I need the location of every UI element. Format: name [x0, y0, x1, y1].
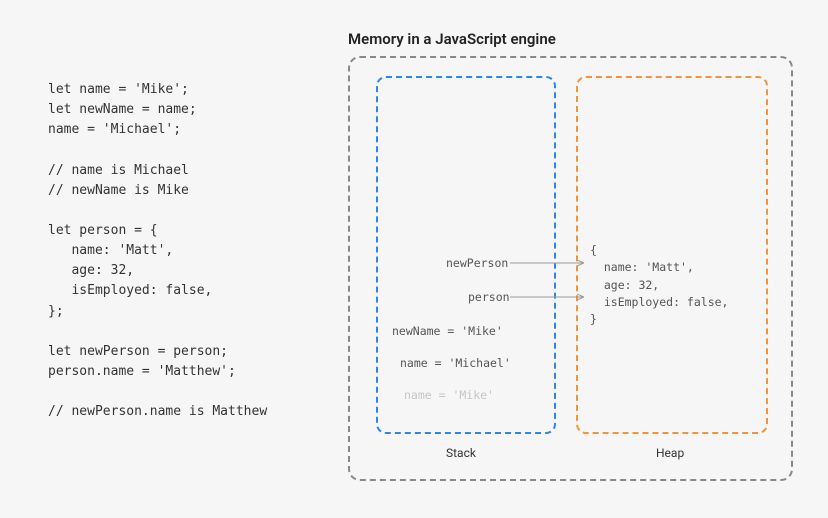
stack-item-newperson: newPerson	[446, 256, 508, 270]
heap-object: { name: 'Matt', age: 32, isEmployed: fal…	[590, 242, 728, 328]
stack-item-person: person	[468, 290, 510, 304]
stack-item-name: name = 'Michael'	[400, 356, 511, 370]
stack-item-name-old: name = 'Mike'	[404, 388, 494, 402]
heap-label: Heap	[656, 446, 684, 460]
diagram-title: Memory in a JavaScript engine	[348, 30, 556, 48]
stack-item-newname: newName = 'Mike'	[392, 324, 503, 338]
stack-label: Stack	[446, 446, 476, 460]
memory-outer-box: Stack Heap newPerson person newName = 'M…	[348, 56, 793, 481]
code-block: let name = 'Mike'; let newName = name; n…	[48, 80, 267, 422]
stack-box	[376, 76, 556, 434]
